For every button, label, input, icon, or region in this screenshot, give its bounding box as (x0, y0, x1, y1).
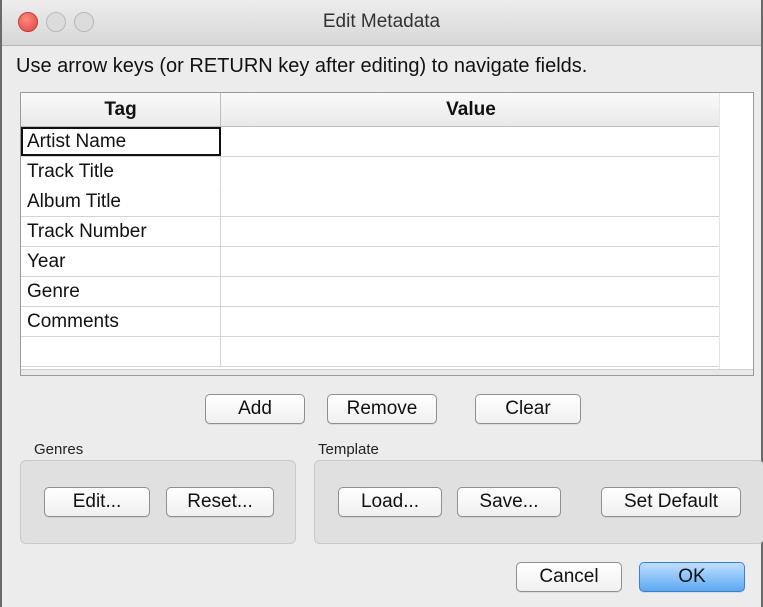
instructions-text: Use arrow keys (or RETURN key after edit… (16, 55, 588, 77)
title-bar[interactable]: Edit Metadata (2, 0, 761, 46)
table-row[interactable] (21, 337, 721, 367)
table-row[interactable]: Comments (21, 307, 721, 337)
cancel-button[interactable]: Cancel (516, 562, 622, 592)
edit-metadata-window: Edit Metadata Use arrow keys (or RETURN … (0, 0, 763, 607)
table-header: Tag Value (21, 93, 721, 127)
table-row[interactable]: Genre (21, 277, 721, 307)
value-cell[interactable] (221, 307, 721, 336)
genres-label: Genres (34, 441, 84, 458)
window-title: Edit Metadata (322, 11, 441, 32)
tag-cell[interactable]: Comments (21, 307, 221, 336)
template-label: Template (318, 441, 379, 458)
column-header-tag[interactable]: Tag (21, 93, 221, 126)
table-body: Artist Name Track Title Album Title Trac… (21, 127, 721, 367)
genres-reset-button[interactable]: Reset... (166, 487, 274, 517)
tag-cell[interactable]: Artist Name (21, 127, 221, 156)
tag-cell[interactable]: Track Number (21, 217, 221, 246)
value-cell[interactable] (221, 277, 721, 306)
table-row[interactable]: Track Title (21, 157, 721, 187)
template-load-button[interactable]: Load... (338, 487, 442, 517)
column-header-value[interactable]: Value (221, 93, 721, 126)
value-cell[interactable] (221, 247, 721, 276)
tag-cell[interactable]: Album Title (21, 187, 221, 216)
table-bottom-edge (21, 369, 753, 375)
table-row[interactable]: Album Title (21, 187, 721, 217)
value-cell[interactable] (221, 157, 721, 186)
table-row[interactable]: Artist Name (21, 127, 721, 157)
table-row[interactable]: Track Number (21, 217, 721, 247)
value-cell[interactable] (221, 187, 721, 216)
add-button[interactable]: Add (205, 394, 305, 424)
tag-cell[interactable] (21, 337, 221, 366)
tag-cell[interactable]: Track Title (21, 157, 221, 186)
tag-cell[interactable]: Genre (21, 277, 221, 306)
value-cell[interactable] (221, 217, 721, 246)
value-cell[interactable] (221, 337, 721, 366)
metadata-table: Tag Value Artist Name Track Title Album … (20, 92, 754, 376)
template-save-button[interactable]: Save... (457, 487, 561, 517)
set-default-button[interactable]: Set Default (601, 487, 741, 517)
table-row[interactable]: Year (21, 247, 721, 277)
tag-cell[interactable]: Year (21, 247, 221, 276)
value-cell[interactable] (221, 127, 721, 156)
genres-edit-button[interactable]: Edit... (44, 487, 150, 517)
clear-button[interactable]: Clear (475, 394, 581, 424)
ok-button[interactable]: OK (639, 562, 745, 592)
table-scroll-gutter (719, 93, 753, 375)
remove-button[interactable]: Remove (327, 394, 437, 424)
